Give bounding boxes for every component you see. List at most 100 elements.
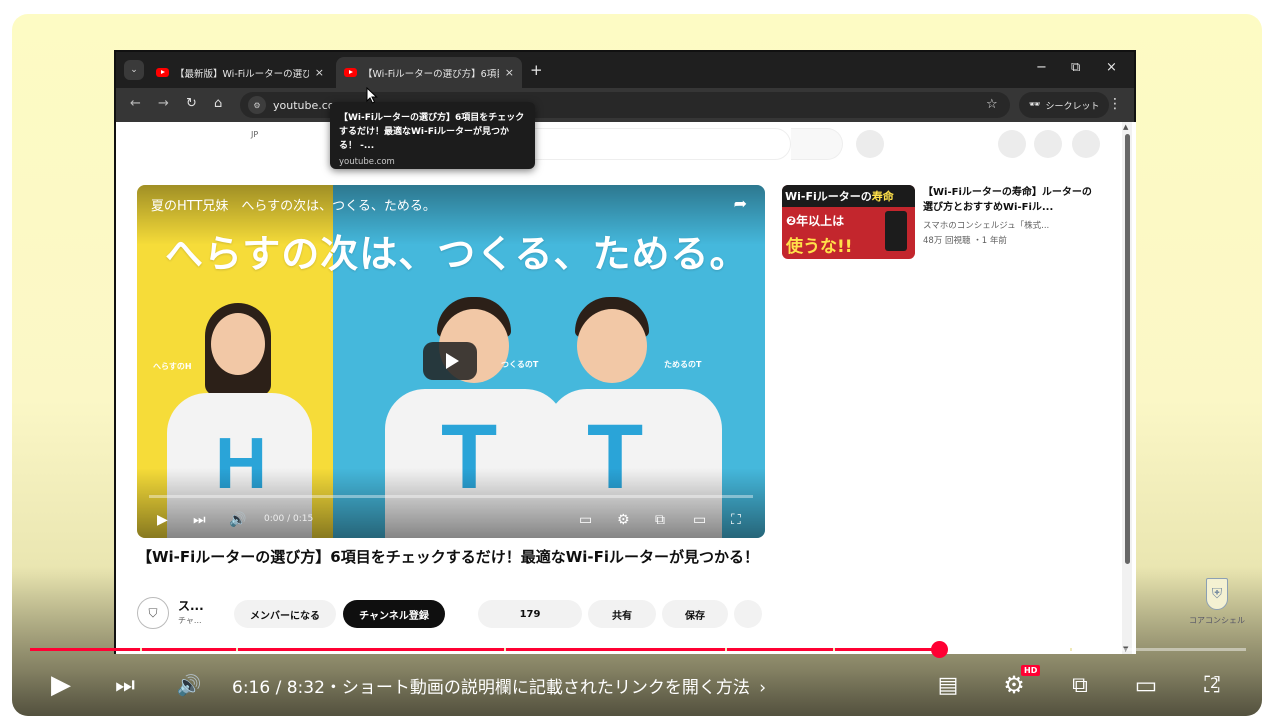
browser-menu-icon[interactable]: ⋮ [1108, 96, 1122, 112]
tab-strip: ⌄ 【最新版】Wi-Fiルーターの選び方と... × 【Wi-Fiルーターの選び… [116, 52, 1134, 88]
theater-mode-button[interactable]: ▭ [1125, 664, 1167, 706]
scroll-up-icon[interactable]: ▲ [1123, 123, 1128, 131]
tab-2-active[interactable]: 【Wi-Fiルーターの選び方】6項目をチ... × [336, 57, 522, 88]
corner-number: 2 [1210, 676, 1219, 692]
incognito-indicator[interactable]: 🕶 シークレット [1019, 92, 1110, 118]
notifications-button[interactable] [1034, 130, 1062, 158]
tab-title: 【最新版】Wi-Fiルーターの選び方と... [175, 68, 309, 80]
minimize-button[interactable]: − [1036, 60, 1047, 75]
youtube-watch-page: JP H T T へらすのH つくるのT ためるのT 夏のHTT兄妹 へらすの次… [116, 122, 1136, 654]
forward-icon[interactable]: → [158, 96, 169, 111]
fullscreen-icon[interactable]: ⛶ [731, 512, 741, 528]
hover-card-url: youtube.com [339, 157, 395, 167]
chapter-chevron-icon[interactable]: › [759, 678, 766, 698]
save-button[interactable]: 保存 [662, 600, 728, 628]
channel-avatar[interactable]: ⛉ [137, 597, 169, 629]
volume-icon[interactable]: 🔊 [229, 512, 246, 528]
theater-icon[interactable]: ▭ [693, 512, 706, 528]
embedded-video-title[interactable]: 夏のHTT兄妹 へらすの次は、つくる、ためる。 [151, 195, 436, 214]
settings-icon[interactable]: ⚙ [617, 512, 630, 528]
tab-search-icon[interactable]: ⌄ [124, 60, 144, 80]
hd-badge: HD [1021, 665, 1041, 676]
tab-close-icon[interactable]: × [315, 66, 324, 79]
create-button[interactable] [998, 130, 1026, 158]
mouse-cursor-icon [366, 87, 378, 104]
play-icon[interactable]: ▶ [157, 512, 168, 528]
search-button[interactable] [791, 128, 843, 160]
join-membership-button[interactable]: メンバーになる [234, 600, 336, 628]
chapter-marker [833, 648, 835, 651]
incognito-label: シークレット [1045, 101, 1100, 112]
reload-icon[interactable]: ↻ [186, 96, 197, 111]
big-play-button[interactable] [423, 342, 477, 380]
chapter-marker [1070, 648, 1072, 651]
router-image [885, 211, 907, 251]
hover-card-title: 【Wi-Fiルーターの選び方】6項目をチェックするだけ！最適なWi-Fiルーター… [339, 113, 525, 151]
subscribe-button[interactable]: チャンネル登録 [343, 600, 445, 628]
youtube-favicon-icon [344, 68, 357, 77]
site-info-icon[interactable]: ⚙ [248, 96, 266, 114]
incognito-icon: 🕶 [1029, 100, 1041, 110]
video-title: 【Wi-Fiルーターの選び方】6項目をチェックするだけ！最適なWi-Fiルーター… [137, 548, 760, 566]
like-button[interactable]: 179 [478, 600, 582, 628]
region-code: JP [251, 130, 259, 139]
chapter-marker [504, 648, 506, 651]
miniplayer-button[interactable]: ⧉ [1059, 664, 1101, 706]
embedded-time: 0:00 / 0:15 [264, 514, 314, 524]
subtitles-icon[interactable]: ▭ [579, 512, 592, 528]
page-scrollbar[interactable]: ▲ ▼ [1122, 122, 1132, 654]
recommended-video[interactable]: Wi-Fiルーターの 寿命 ❷年以上は 使うな!! 【Wi-Fiルーターの寿命】ル… [782, 185, 1112, 261]
next-icon[interactable]: ⏭ [193, 512, 206, 528]
channel-name[interactable]: ス... [178, 597, 204, 614]
player-progress-bar[interactable] [30, 648, 1246, 651]
thumb-band: Wi-Fiルーターの 寿命 [782, 185, 915, 207]
next-button[interactable]: ⏭ [104, 664, 146, 706]
thumb-band-prefix: Wi-Fiルーターの [785, 190, 872, 203]
watermark-shield-icon: ⛨ [1206, 578, 1228, 610]
person-tag: つくるのT [501, 360, 539, 369]
person-tag: へらすのH [153, 362, 192, 371]
embedded-progress-bar[interactable] [149, 495, 753, 498]
chapter-marker [140, 648, 142, 651]
restore-button[interactable]: ⧉ [1071, 60, 1080, 75]
video-headline-text: へらすの次は、つくる、ためる。 [165, 232, 749, 276]
tab-title: 【Wi-Fiルーターの選び方】6項目をチ... [363, 68, 499, 80]
recorded-browser-window: ⌄ 【最新版】Wi-Fiルーターの選び方と... × 【Wi-Fiルーターの選び… [114, 50, 1136, 654]
recommended-title[interactable]: 【Wi-Fiルーターの寿命】ルーターの選び方とおすすめWi-Fiル... [923, 185, 1093, 215]
subtitles-button[interactable]: ▤ [927, 664, 969, 706]
recommended-thumbnail[interactable]: Wi-Fiルーターの 寿命 ❷年以上は 使うな!! [782, 185, 915, 259]
thumb-band-highlight: 寿命 [871, 190, 894, 203]
embedded-video-player[interactable]: H T T へらすのH つくるのT ためるのT 夏のHTT兄妹 へらすの次は、つ… [137, 185, 765, 538]
new-tab-button[interactable]: + [530, 61, 543, 79]
more-actions-button[interactable] [734, 600, 762, 628]
tab-1[interactable]: 【最新版】Wi-Fiルーターの選び方と... × [148, 57, 332, 88]
channel-watermark[interactable]: ⛨ コアコンシェル [1186, 578, 1248, 626]
back-icon[interactable]: ← [130, 96, 141, 111]
scroll-thumb[interactable] [1125, 134, 1130, 564]
watermark-text: コアコンシェル [1189, 616, 1245, 625]
chapter-marker [725, 648, 727, 651]
play-button[interactable]: ▶ [40, 664, 82, 706]
thumb-line-2: ❷年以上は [786, 214, 845, 228]
chapter-title[interactable]: ・ショート動画の説明欄に記載されたリンクを開く方法 [325, 678, 750, 698]
miniplayer-icon[interactable]: ⧉ [655, 512, 665, 528]
account-avatar[interactable] [1072, 130, 1100, 158]
home-icon[interactable]: ⌂ [214, 96, 222, 111]
tab-close-icon[interactable]: × [505, 66, 514, 79]
person-tag: ためるのT [664, 360, 702, 369]
thumb-line-3: 使うな!! [786, 237, 853, 257]
played-bar [30, 648, 939, 651]
time-display: 6:16 / 8:32 [232, 678, 325, 698]
recommended-meta: 48万 回視聴 ・1 年前 [923, 236, 1007, 246]
scrubber-handle[interactable] [930, 641, 948, 658]
window-close-button[interactable]: × [1106, 60, 1117, 75]
time-and-chapter[interactable]: 6:16 / 8:32・ショート動画の説明欄に記載されたリンクを開く方法 › [232, 673, 766, 698]
share-icon[interactable]: ➦ [734, 194, 747, 213]
volume-button[interactable]: 🔊 [168, 664, 210, 706]
recommended-channel[interactable]: スマホのコンシェルジュ「株式... [923, 219, 1049, 231]
channel-subscribers: チャ... [178, 616, 202, 625]
browser-toolbar: ← → ↻ ⌂ ⚙ youtube.com ☆ 🕶 シークレット ⋮ [116, 88, 1134, 122]
share-button[interactable]: 共有 [588, 600, 656, 628]
bookmark-star-icon[interactable]: ☆ [986, 97, 998, 112]
voice-search-button[interactable] [856, 130, 884, 158]
